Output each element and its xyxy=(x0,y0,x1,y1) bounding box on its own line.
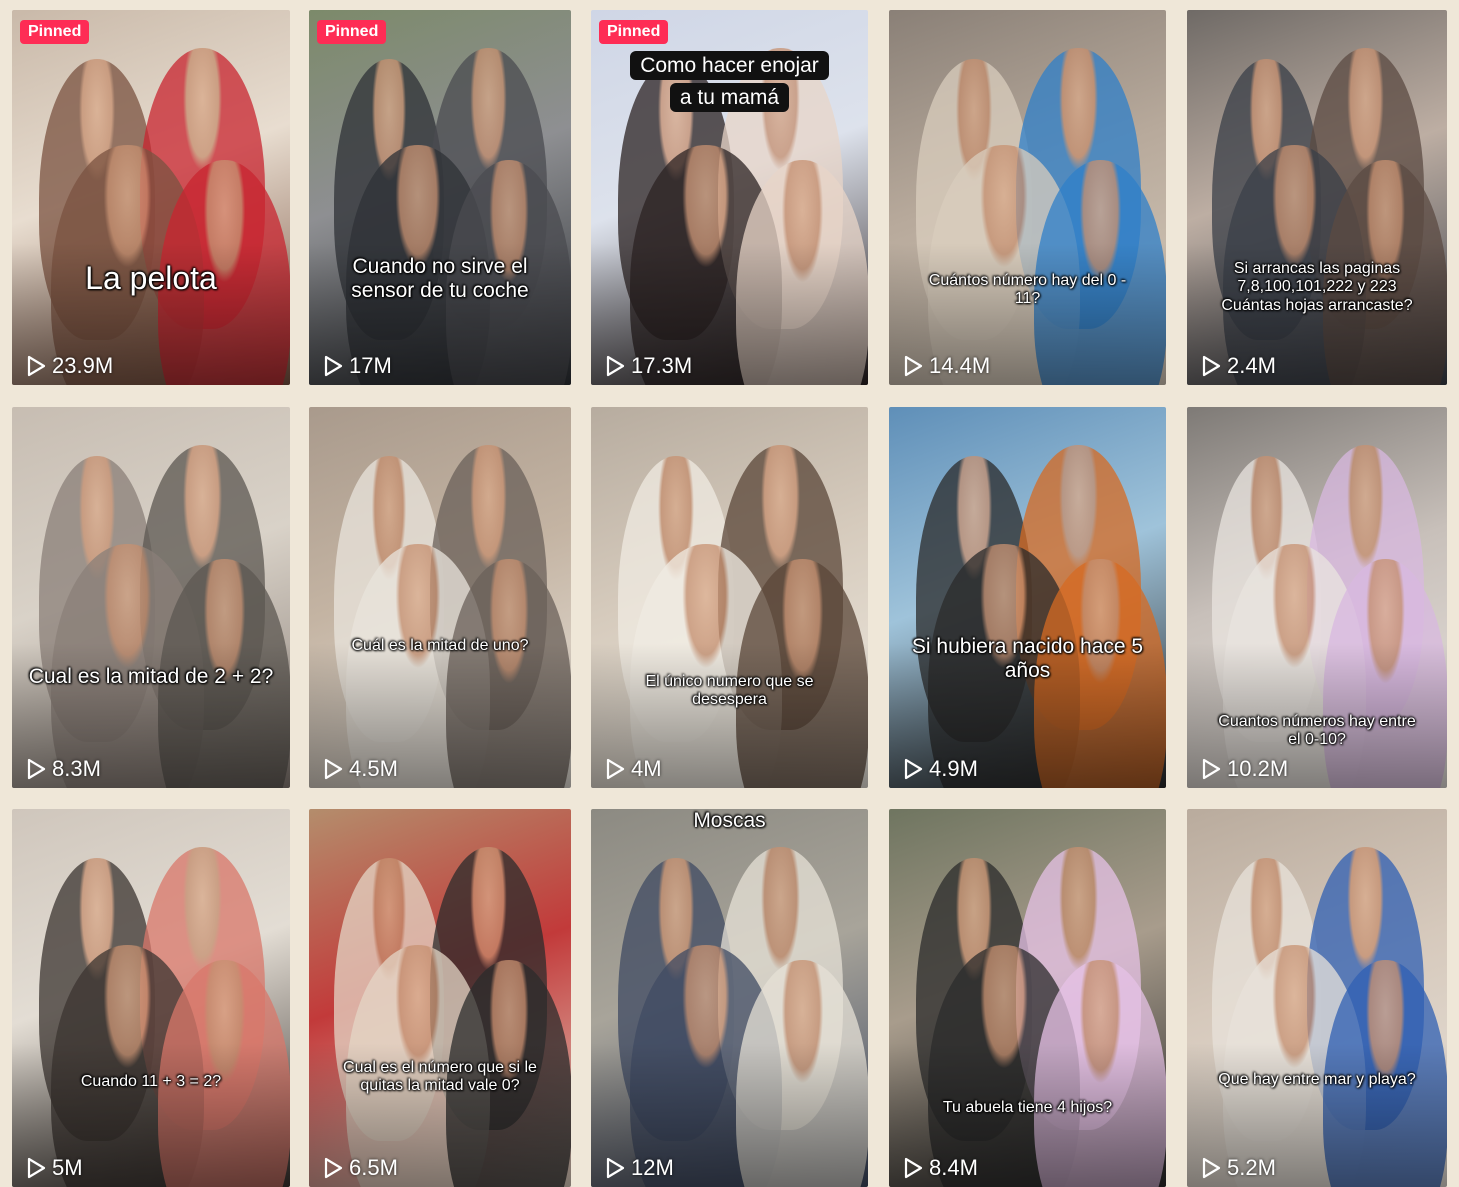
video-caption: La pelota xyxy=(85,260,217,296)
view-count: 17.3M xyxy=(605,353,692,379)
play-icon xyxy=(1202,355,1221,377)
play-icon xyxy=(27,355,46,377)
video-caption: Tu abuela tiene 4 hijos? xyxy=(942,1099,1113,1116)
view-count: 5M xyxy=(26,1155,83,1181)
play-icon xyxy=(904,758,923,780)
view-count-label: 12M xyxy=(631,1155,674,1180)
play-icon xyxy=(324,355,343,377)
video-tile[interactable]: Cual es la mitad de 2 + 2? 8.3M xyxy=(12,407,290,788)
video-caption: Si hubiera nacido hace 5 años xyxy=(911,635,1144,683)
view-count-label: 6.5M xyxy=(349,1155,398,1180)
view-count-label: 4.9M xyxy=(929,756,978,781)
view-count-label: 4M xyxy=(631,756,662,781)
video-tile[interactable]: Si hubiera nacido hace 5 años 4.9M xyxy=(889,407,1166,788)
view-count-label: 10.2M xyxy=(1227,756,1289,781)
play-icon xyxy=(27,758,46,780)
play-icon xyxy=(606,355,625,377)
video-caption: Si arrancas las paginas 7,8,100,101,222 … xyxy=(1221,260,1413,314)
video-tile[interactable]: Pinned La pelota 23.9M xyxy=(12,10,290,385)
play-icon xyxy=(1202,758,1221,780)
view-count-label: 4.5M xyxy=(349,756,398,781)
pinned-badge: Pinned xyxy=(599,20,669,44)
view-count: 5.2M xyxy=(1201,1155,1276,1181)
video-tile[interactable]: El único numero que se desespera 4M xyxy=(591,407,868,788)
video-tile[interactable]: Cuando 11 + 3 = 2? 5M xyxy=(12,809,290,1187)
video-tile[interactable]: Moscas 12M xyxy=(591,809,868,1187)
view-count: 4.9M xyxy=(903,756,978,782)
view-count-label: 14.4M xyxy=(929,353,991,378)
video-caption: Cuál es la mitad de uno? xyxy=(351,637,529,654)
view-count: 17M xyxy=(323,353,392,379)
view-count: 10.2M xyxy=(1201,756,1288,782)
video-caption: Que hay entre mar y playa? xyxy=(1218,1071,1416,1088)
video-caption: Cuantos números hay entre el 0-10? xyxy=(1218,713,1416,749)
video-caption: El único numero que se desespera xyxy=(645,673,814,709)
video-grid: Pinned La pelota 23.9M Pinned Cuando no sirv… xyxy=(0,0,1459,1187)
video-caption: Cual es el número que si le quitas la mi… xyxy=(343,1059,537,1095)
view-count: 4.5M xyxy=(323,756,398,782)
view-count-label: 8.4M xyxy=(929,1155,978,1180)
play-icon xyxy=(1202,1157,1221,1179)
video-tile[interactable]: Cuál es la mitad de uno? 4.5M xyxy=(309,407,571,788)
play-icon xyxy=(904,1157,923,1179)
video-caption: Cuántos número hay del 0 - 11? xyxy=(928,272,1127,308)
view-count: 23.9M xyxy=(26,353,113,379)
video-caption: Cuando 11 + 3 = 2? xyxy=(80,1073,222,1090)
video-tile[interactable]: Pinned Como hacer enojar a tu mamá 17.3M xyxy=(591,10,868,385)
view-count: 2.4M xyxy=(1201,353,1276,379)
pinned-badge: Pinned xyxy=(317,20,387,44)
view-count: 8.4M xyxy=(903,1155,978,1181)
video-tile[interactable]: Tu abuela tiene 4 hijos? 8.4M xyxy=(889,809,1166,1187)
video-caption: Cual es la mitad de 2 + 2? xyxy=(28,665,274,688)
video-caption: Como hacer enojar a tu mamá xyxy=(601,50,858,113)
play-icon xyxy=(904,355,923,377)
view-count-label: 8.3M xyxy=(52,756,101,781)
play-icon xyxy=(324,758,343,780)
video-caption: Cuando no sirve el sensor de tu coche xyxy=(351,255,529,303)
view-count: 4M xyxy=(605,756,662,782)
play-icon xyxy=(606,758,625,780)
pinned-badge: Pinned xyxy=(20,20,90,44)
video-caption: Moscas xyxy=(693,809,766,832)
view-count: 14.4M xyxy=(903,353,990,379)
view-count: 8.3M xyxy=(26,756,101,782)
view-count-label: 2.4M xyxy=(1227,353,1276,378)
video-tile[interactable]: Si arrancas las paginas 7,8,100,101,222 … xyxy=(1187,10,1447,385)
view-count-label: 5M xyxy=(52,1155,83,1180)
video-tile[interactable]: Que hay entre mar y playa? 5.2M xyxy=(1187,809,1447,1187)
video-tile[interactable]: Pinned Cuando no sirve el sensor de tu co… xyxy=(309,10,571,385)
view-count-label: 17.3M xyxy=(631,353,693,378)
play-icon xyxy=(27,1157,46,1179)
video-tile[interactable]: Cuántos número hay del 0 - 11? 14.4M xyxy=(889,10,1166,385)
video-tile[interactable]: Cual es el número que si le quitas la mi… xyxy=(309,809,571,1187)
video-tile[interactable]: Cuantos números hay entre el 0-10? 10.2M xyxy=(1187,407,1447,788)
view-count-label: 5.2M xyxy=(1227,1155,1276,1180)
view-count: 12M xyxy=(605,1155,674,1181)
play-icon xyxy=(606,1157,625,1179)
play-icon xyxy=(324,1157,343,1179)
view-count-label: 17M xyxy=(349,353,392,378)
view-count: 6.5M xyxy=(323,1155,398,1181)
view-count-label: 23.9M xyxy=(52,353,114,378)
